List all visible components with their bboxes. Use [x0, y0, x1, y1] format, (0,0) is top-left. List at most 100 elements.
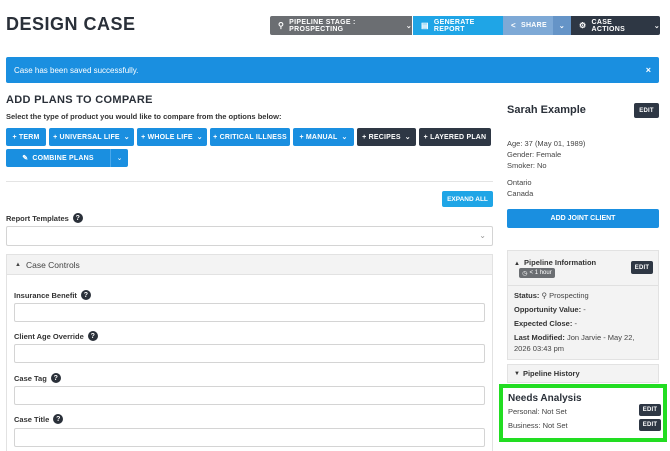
chevron-down-icon: ⌄: [479, 231, 486, 240]
expected-close-value: -: [574, 319, 577, 328]
success-alert: Case has been saved successfully. ×: [6, 57, 659, 83]
needs-analysis-title: Needs Analysis: [508, 393, 582, 404]
close-icon[interactable]: ×: [646, 65, 651, 75]
caret-up-icon: ▲: [514, 261, 520, 267]
add-universal-life-button[interactable]: + UNIVERSAL LIFE ⌄: [49, 128, 134, 146]
expand-all-button[interactable]: EXPAND ALL: [442, 191, 493, 207]
client-province: Ontario: [507, 178, 532, 187]
add-universal-life-label: + UNIVERSAL LIFE: [53, 133, 120, 141]
last-modified-time: 2026 03:43 pm: [514, 344, 565, 353]
chevron-down-icon: ⌄: [404, 134, 411, 141]
add-recipes-button[interactable]: + RECIPES ⌄: [357, 128, 416, 146]
edit-business-button[interactable]: EDIT: [639, 419, 661, 431]
add-manual-button[interactable]: + MANUAL ⌄: [293, 128, 354, 146]
plans-instruction: Select the type of product you would lik…: [6, 112, 282, 121]
add-whole-life-label: + WHOLE LIFE: [141, 133, 193, 141]
add-critical-illness-button[interactable]: + CRITICAL ILLNESS: [210, 128, 290, 146]
pipeline-information-panel: ▲ Pipeline Information ◷ < 1 hour EDIT S…: [507, 250, 659, 360]
search-icon: ⚲: [278, 21, 285, 30]
client-age-override-label: Client Age Override ?: [14, 331, 98, 341]
pipeline-status: Status: ⚲ Prospecting: [514, 291, 589, 300]
report-templates-label: Report Templates ?: [6, 213, 83, 223]
client-age: Age: 37 (May 01, 1989): [507, 139, 586, 148]
help-icon[interactable]: ?: [72, 213, 83, 223]
case-tag-input[interactable]: [14, 386, 485, 405]
chevron-down-icon: ⌄: [405, 22, 412, 30]
caret-up-icon: ▲: [15, 261, 21, 268]
edit-client-button[interactable]: EDIT: [634, 103, 659, 118]
case-controls-header[interactable]: ▲ Case Controls: [6, 254, 493, 275]
add-joint-client-button[interactable]: ADD JOINT CLIENT: [507, 209, 659, 228]
chevron-down-icon: ⌄: [558, 22, 566, 30]
time-badge: ◷ < 1 hour: [519, 268, 555, 278]
case-title-input[interactable]: [14, 428, 485, 447]
add-whole-life-button[interactable]: + WHOLE LIFE ⌄: [137, 128, 207, 146]
add-term-button[interactable]: + TERM: [6, 128, 46, 146]
last-modified-value: Jon Jarvie - May 22,: [566, 333, 635, 342]
client-age-override-input[interactable]: [14, 344, 485, 363]
edit-pipeline-button[interactable]: EDIT: [631, 261, 653, 274]
client-name: Sarah Example: [507, 104, 586, 116]
pipeline-separator: [508, 285, 658, 286]
insurance-benefit-input[interactable]: [14, 303, 485, 322]
generate-report-label: GENERATE REPORT: [433, 18, 475, 33]
section-divider: [6, 181, 493, 182]
pipeline-information-header[interactable]: ▲ Pipeline Information: [514, 258, 596, 267]
needs-personal: Personal: Not Set: [508, 407, 567, 416]
insurance-benefit-text: Insurance Benefit: [14, 290, 77, 300]
share-button[interactable]: < SHARE: [503, 16, 553, 35]
share-label: SHARE: [520, 22, 547, 29]
share-icon: <: [511, 21, 516, 30]
edit-personal-button[interactable]: EDIT: [639, 404, 661, 416]
client-gender: Gender: Female: [507, 150, 562, 159]
add-layered-plan-label: + LAYERED PLAN: [423, 133, 487, 141]
last-modified-label: Last Modified:: [514, 333, 565, 342]
client-country: Canada: [507, 189, 534, 198]
pipeline-expected-close: Expected Close: -: [514, 319, 577, 328]
case-controls-title: Case Controls: [25, 259, 80, 270]
insurance-benefit-label: Insurance Benefit ?: [14, 290, 91, 300]
pipeline-stage-button[interactable]: ⚲ PIPELINE STAGE : PROSPECTING ⌄: [270, 16, 412, 35]
combine-plans-label: COMBINE PLANS: [32, 154, 94, 162]
case-actions-button[interactable]: ⚙ CASE ACTIONS ⌄: [571, 16, 660, 35]
combine-plans-dropdown[interactable]: ⌄: [110, 149, 128, 167]
needs-business: Business: Not Set: [508, 421, 568, 430]
time-badge-label: < 1 hour: [529, 270, 552, 276]
chevron-down-icon: ⌄: [116, 155, 123, 162]
add-term-label: + TERM: [12, 133, 40, 141]
help-icon[interactable]: ?: [53, 414, 64, 424]
pipeline-opportunity: Opportunity Value: -: [514, 305, 586, 314]
case-tag-label: Case Tag ?: [14, 373, 61, 383]
alert-message: Case has been saved successfully.: [14, 65, 139, 75]
pencil-icon: ✎: [22, 155, 29, 162]
opportunity-label: Opportunity Value:: [514, 305, 582, 314]
client-smoker: Smoker: No: [507, 161, 547, 170]
case-tag-text: Case Tag: [14, 373, 47, 383]
help-icon[interactable]: ?: [80, 290, 91, 300]
gear-icon: ⚙: [579, 21, 587, 30]
needs-analysis-panel: Needs Analysis Personal: Not Set EDIT Bu…: [499, 384, 667, 442]
opportunity-value: -: [583, 305, 586, 314]
pipeline-history-header[interactable]: ▼ Pipeline History: [507, 364, 659, 383]
report-templates-text: Report Templates: [6, 213, 69, 223]
help-icon[interactable]: ?: [87, 331, 98, 341]
pipeline-history-title: Pipeline History: [522, 369, 580, 378]
chevron-down-icon: ⌄: [653, 22, 660, 30]
pipeline-information-title: Pipeline Information: [524, 258, 597, 267]
pipeline-stage-label: PIPELINE STAGE : PROSPECTING: [289, 18, 356, 33]
client-age-override-text: Client Age Override: [14, 331, 84, 341]
page-title: DESIGN CASE: [6, 14, 136, 34]
help-icon[interactable]: ?: [50, 373, 61, 383]
combine-plans-button[interactable]: ✎ COMBINE PLANS: [6, 149, 110, 167]
generate-report-button[interactable]: ▤ GENERATE REPORT: [413, 16, 503, 35]
case-actions-label: CASE ACTIONS: [591, 18, 626, 33]
add-plans-title: ADD PLANS TO COMPARE: [6, 94, 153, 106]
case-title-label: Case Title ?: [14, 414, 64, 424]
add-layered-plan-button[interactable]: + LAYERED PLAN: [419, 128, 491, 146]
clock-icon: ◷: [522, 270, 528, 277]
add-recipes-label: + RECIPES: [362, 133, 401, 141]
share-dropdown-button[interactable]: ⌄: [553, 16, 571, 35]
report-templates-select[interactable]: ⌄: [6, 226, 493, 246]
expected-close-label: Expected Close:: [514, 319, 573, 328]
chart-icon: ▤: [421, 21, 429, 30]
